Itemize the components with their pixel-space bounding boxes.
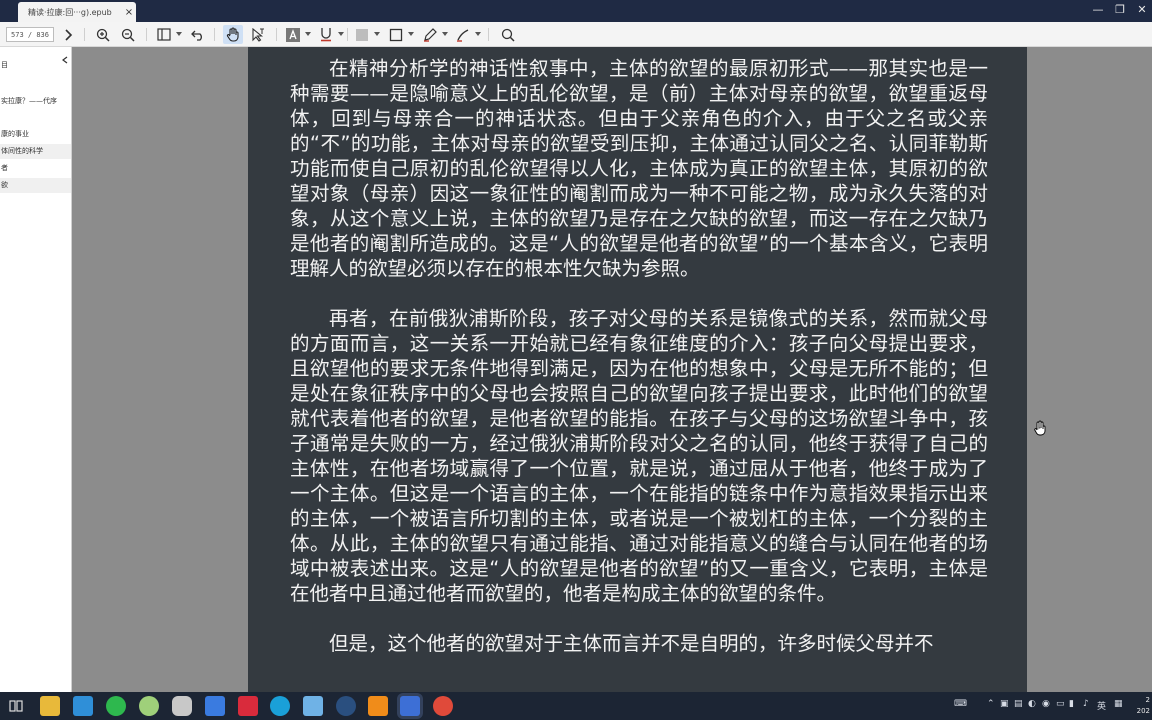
netease-icon[interactable] [238, 696, 258, 716]
area-dropdown-icon[interactable] [374, 32, 380, 36]
toolbar-divider [488, 28, 489, 41]
area-highlight-icon[interactable] [352, 25, 372, 44]
xiaomi-app-icon[interactable] [336, 696, 356, 716]
remote-app-icon[interactable] [303, 696, 323, 716]
toolbar-divider [347, 28, 348, 41]
show-hidden-icons-icon[interactable]: ⌃ [987, 699, 995, 709]
pen-dropdown-icon[interactable] [442, 32, 448, 36]
battery-icon[interactable]: ▮ [1069, 699, 1074, 709]
toolbar: 573 / 836 [0, 22, 1152, 47]
ime-icon[interactable]: ▦ [1114, 699, 1123, 709]
select-tool-icon[interactable] [248, 25, 268, 44]
vlc-icon[interactable] [368, 696, 388, 716]
document-page: 在精神分析学的神话性叙事中，主体的欲望的最原初形式——那其实也是一种需要——是隐… [248, 47, 1027, 692]
underline-icon[interactable] [316, 25, 336, 44]
tab-title: 精读·拉康:回···g).epub [28, 7, 112, 17]
maximize-icon[interactable]: ❐ [1112, 3, 1128, 16]
search-icon[interactable] [498, 25, 518, 44]
tray-app-icon[interactable]: ▤ [1014, 699, 1023, 709]
marker-dropdown-icon[interactable] [475, 32, 481, 36]
browser-icon[interactable] [106, 696, 126, 716]
shape-icon[interactable] [386, 25, 406, 44]
taskbar: ⌨ ⌃ ▣ ▤ ◐ ◉ ▭ ▮ ♪ 英 ▦ 2 202 [0, 692, 1152, 720]
toc-item[interactable]: 目 [0, 58, 71, 73]
toolbar-divider [84, 28, 85, 41]
marker-icon[interactable] [453, 25, 473, 44]
page-number-input[interactable]: 573 / 836 [6, 27, 54, 42]
network-icon[interactable]: ▭ [1056, 699, 1065, 709]
text-highlight-icon[interactable] [283, 25, 303, 44]
zoom-out-icon[interactable] [118, 25, 138, 44]
undo-icon[interactable] [188, 25, 208, 44]
next-page-icon[interactable] [58, 25, 78, 44]
toc-item[interactable]: 实拉康？——代序 [0, 94, 71, 109]
zoom-in-icon[interactable] [93, 25, 113, 44]
toc-item[interactable]: 欲 [0, 178, 71, 193]
mail-icon[interactable] [73, 696, 93, 716]
volume-icon[interactable]: ♪ [1083, 699, 1089, 709]
highlight-dropdown-icon[interactable] [305, 32, 311, 36]
tray-app-icon[interactable]: ▣ [1000, 699, 1009, 709]
hand-tool-icon[interactable] [223, 25, 243, 44]
green-app-icon[interactable] [139, 696, 159, 716]
red-app-icon[interactable] [433, 696, 453, 716]
clock-time: 2 [1145, 696, 1150, 704]
hand-cursor-icon [1034, 420, 1046, 440]
keyboard-icon[interactable]: ⌨ [954, 699, 967, 709]
paragraph: 但是，这个他者的欲望对于主体而言并不是自明的，许多时候父母并不 [329, 632, 934, 655]
edge-icon[interactable] [270, 696, 290, 716]
clock[interactable]: 2 202 [1137, 695, 1150, 717]
task-view-icon[interactable] [6, 696, 26, 716]
minimize-icon[interactable]: — [1090, 3, 1106, 16]
layout-icon[interactable] [154, 25, 174, 44]
toc-item[interactable]: 康的事业 [0, 127, 71, 142]
toolbar-divider [214, 28, 215, 41]
pen-icon[interactable] [420, 25, 440, 44]
toc-sidebar: 目 实拉康？——代序 康的事业 体间性的科学 者 欲 [0, 47, 72, 692]
toc-item-active[interactable]: 体间性的科学 [0, 144, 71, 159]
underline-dropdown-icon[interactable] [338, 32, 344, 36]
paragraph: 再者，在前俄狄浦斯阶段，孩子对父母的关系是镜像式的关系，然而就父母的方面而言，这… [290, 307, 988, 605]
layout-dropdown-icon[interactable] [176, 32, 182, 36]
file-explorer-icon[interactable] [40, 696, 60, 716]
car-app-icon[interactable] [172, 696, 192, 716]
toolbar-divider [146, 28, 147, 41]
shape-dropdown-icon[interactable] [408, 32, 414, 36]
tab-close-icon[interactable]: × [122, 7, 136, 18]
title-bar: 精读·拉康:回···g).epub × — ❐ ✕ [0, 0, 1152, 22]
close-window-icon[interactable]: ✕ [1134, 3, 1150, 16]
toc-item[interactable]: 者 [0, 161, 71, 176]
tray-app-icon[interactable]: ◐ [1028, 699, 1036, 709]
toolbar-divider [276, 28, 277, 41]
document-text: 在精神分析学的神话性叙事中，主体的欲望的最原初形式——那其实也是一种需要——是隐… [290, 56, 988, 681]
input-language[interactable]: 英 [1097, 699, 1106, 712]
tray-app-icon[interactable]: ◉ [1042, 699, 1050, 709]
paragraph: 在精神分析学的神话性叙事中，主体的欲望的最原初形式——那其实也是一种需要——是隐… [290, 57, 988, 280]
feishu-icon[interactable] [205, 696, 225, 716]
document-tab[interactable]: 精读·拉康:回···g).epub × [18, 2, 136, 22]
reader-app-icon[interactable] [400, 696, 420, 716]
clock-date: 202 [1136, 707, 1150, 715]
